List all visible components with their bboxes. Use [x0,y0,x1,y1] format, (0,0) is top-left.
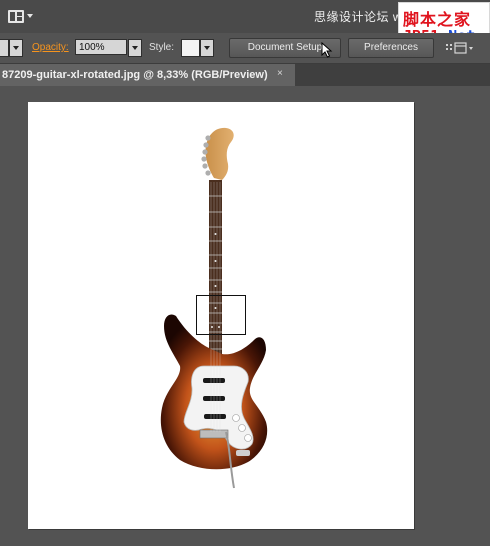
selection-marquee[interactable] [196,295,246,335]
workspace-switcher-icon [8,9,24,23]
workspace-switcher-button[interactable] [8,8,34,24]
preferences-button[interactable]: Preferences [348,38,434,58]
opacity-field[interactable]: 100% [75,39,127,55]
fill-dropdown[interactable] [0,39,9,57]
style-swatch[interactable] [181,39,200,57]
opacity-dropdown-toggle[interactable] [128,39,142,57]
arrange-documents-icon[interactable] [446,41,476,57]
artboard[interactable] [28,102,414,529]
chevron-down-icon [27,14,33,18]
document-tab-bar: 87209-guitar-xl-rotated.jpg @ 8,33% (RGB… [0,64,490,86]
control-panel: Opacity: 100% Style: Document Setup Pref… [0,33,490,64]
close-icon[interactable]: × [277,68,283,79]
chevron-down-icon [204,46,210,50]
forum-label-text: 思缘设计论坛 [314,10,390,24]
mouse-pointer-icon [321,42,333,58]
tab-document[interactable]: 87209-guitar-xl-rotated.jpg @ 8,33% (RGB… [0,64,295,86]
forum-label: 思缘设计论坛 w [314,8,402,25]
style-label: Style: [149,42,175,53]
chevron-down-icon [13,46,19,50]
style-dropdown-toggle[interactable] [200,39,214,57]
canvas-area[interactable] [0,86,490,546]
tab-title: 87209-guitar-xl-rotated.jpg @ 8,33% (RGB… [2,69,268,81]
chevron-down-icon [132,46,138,50]
fill-dropdown-toggle[interactable] [9,39,23,57]
opacity-label[interactable]: Opacity: [32,42,69,53]
